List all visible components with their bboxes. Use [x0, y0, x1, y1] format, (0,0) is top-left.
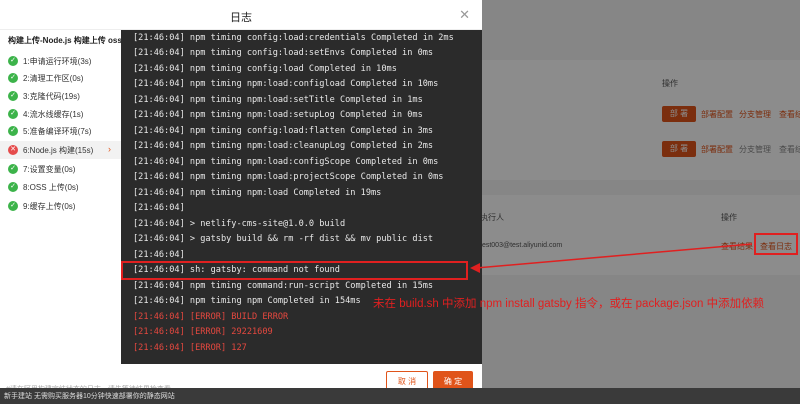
stage-label: 4:流水线缓存(1s) — [23, 110, 84, 119]
stage-label: 1:申请运行环境(3s) — [23, 57, 92, 66]
stage-item[interactable]: ✓ 1:申请运行环境(3s) — [0, 52, 121, 70]
log-line-error: [21:46:04] [ERROR] BUILD ERROR — [133, 312, 289, 322]
check-circle-icon: ✓ — [8, 201, 18, 211]
stage-label: 9:缓存上传(0s) — [23, 202, 76, 211]
stage-item[interactable]: ✓ 4:流水线缓存(1s) — [0, 105, 121, 123]
bottom-promo-text: 新手建站 无需购买服务器10分钟快速部署你的静态网站 — [4, 393, 175, 400]
stage-item[interactable]: ✓ 9:缓存上传(0s) — [0, 197, 121, 215]
stage-label: 2:清理工作区(0s) — [23, 74, 84, 83]
highlight-box-error-line — [121, 261, 468, 280]
stage-list-heading: 构建上传-Node.js 构建上传 oss — [8, 36, 122, 45]
check-circle-icon: ✓ — [8, 73, 18, 83]
log-modal: 日志 ✕ 构建上传-Node.js 构建上传 oss ✓ 1:申请运行环境(3s… — [0, 0, 482, 404]
log-line: [21:46:04] npm timing config:load:flatte… — [133, 126, 434, 136]
log-line: [21:46:04] npm timing npm:load:configSco… — [133, 157, 439, 167]
error-circle-icon: ✕ — [8, 145, 18, 155]
log-line: [21:46:04] npm timing npm Completed in 1… — [133, 296, 361, 306]
modal-title: 日志 — [230, 12, 252, 24]
check-circle-icon: ✓ — [8, 109, 18, 119]
stage-item-active[interactable]: ✕ 6:Node.js 构建(15s) › — [0, 141, 121, 159]
log-line: [21:46:04] npm timing npm:load Completed… — [133, 188, 382, 198]
stage-item[interactable]: ✓ 8:OSS 上传(0s) — [0, 178, 121, 196]
bottom-promo-bar: 新手建站 无需购买服务器10分钟快速部署你的静态网站 — [0, 388, 800, 404]
modal-header: 日志 ✕ — [0, 0, 482, 30]
check-circle-icon: ✓ — [8, 56, 18, 66]
highlight-box-view-log — [754, 233, 798, 255]
close-icon[interactable]: ✕ — [459, 7, 470, 23]
stage-label: 5:准备编译环境(7s) — [23, 127, 92, 136]
log-line: [21:46:04] npm timing npm:load:setTitle … — [133, 95, 423, 105]
stage-label: 3:克隆代码(19s) — [23, 92, 80, 101]
check-circle-icon: ✓ — [8, 91, 18, 101]
log-line: [21:46:04] npm timing command:run-script… — [133, 281, 434, 291]
stage-label: 8:OSS 上传(0s) — [23, 183, 79, 192]
log-output[interactable]: [21:46:04] npm timing config:load:creden… — [121, 30, 482, 364]
stage-item[interactable]: ✓ 3:克隆代码(19s) — [0, 87, 121, 105]
stage-label: 7:设置变量(0s) — [23, 165, 76, 174]
log-line: [21:46:04] — [133, 203, 185, 213]
stage-item[interactable]: ✓ 2:清理工作区(0s) — [0, 69, 121, 87]
log-line: [21:46:04] > gatsby build && rm -rf dist… — [133, 234, 434, 244]
stage-label: 6:Node.js 构建(15s) — [23, 146, 94, 155]
log-line-error: [21:46:04] [ERROR] 29221609 — [133, 327, 273, 337]
check-circle-icon: ✓ — [8, 126, 18, 136]
log-line: [21:46:04] npm timing config:load:setEnv… — [133, 48, 434, 58]
stage-item[interactable]: ✓ 5:准备编译环境(7s) — [0, 122, 121, 140]
check-circle-icon: ✓ — [8, 182, 18, 192]
stage-item[interactable]: ✓ 7:设置变量(0s) — [0, 160, 121, 178]
log-line: [21:46:04] npm timing config:load Comple… — [133, 64, 397, 74]
chevron-right-icon: › — [108, 144, 111, 154]
log-line: [21:46:04] npm timing npm:load:cleanupLo… — [133, 141, 434, 151]
log-line: [21:46:04] > netlify-cms-site@1.0.0 buil… — [133, 219, 346, 229]
stage-list: 构建上传-Node.js 构建上传 oss ✓ 1:申请运行环境(3s) ✓ 2… — [0, 30, 122, 370]
check-circle-icon: ✓ — [8, 164, 18, 174]
log-line: [21:46:04] npm timing npm:load:configloa… — [133, 79, 439, 89]
log-line: [21:46:04] — [133, 250, 185, 260]
log-line: [21:46:04] npm timing npm:load:projectSc… — [133, 172, 444, 182]
log-line-error: [21:46:04] [ERROR] 127 — [133, 343, 247, 353]
log-line: [21:46:04] npm timing config:load:creden… — [133, 33, 454, 43]
log-line: [21:46:04] npm timing npm:load:setupLog … — [133, 110, 423, 120]
annotation-text: 未在 build.sh 中添加 npm install gatsby 指令，或在… — [373, 298, 765, 310]
